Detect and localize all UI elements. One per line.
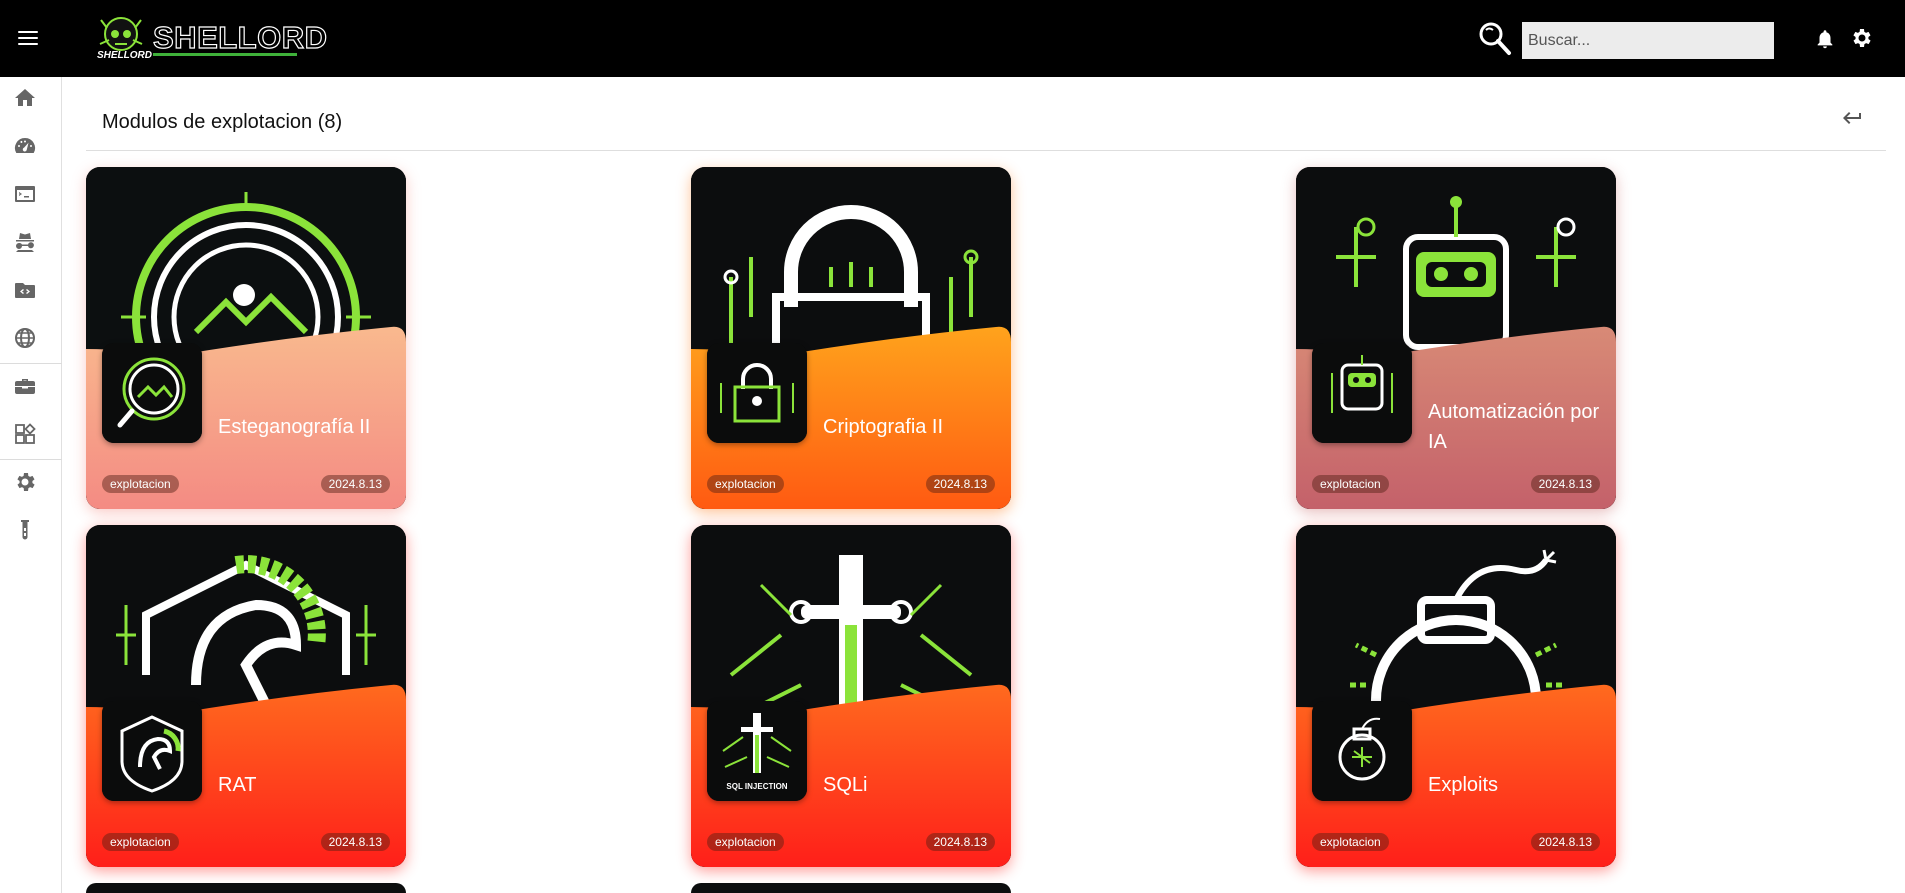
sidebar-item-tools[interactable] xyxy=(12,373,38,399)
top-bar: SHELLORD SHELLORD xyxy=(0,0,1905,77)
card-title: Exploits xyxy=(1428,774,1499,796)
modules-icon xyxy=(15,423,36,444)
sidebar-item-lab[interactable] xyxy=(12,517,38,543)
logo[interactable]: SHELLORD SHELLORD xyxy=(97,14,328,64)
bell-icon[interactable] xyxy=(1814,27,1836,51)
card-title: Criptografia II xyxy=(823,416,944,438)
card-version: 2024.8.13 xyxy=(925,475,995,493)
module-card-rat[interactable]: RAT explotacion 2024.8.13 xyxy=(86,525,406,867)
menu-icon[interactable] xyxy=(18,27,40,49)
card-wave-background xyxy=(1296,684,1616,867)
card-tag: explotacion xyxy=(707,475,784,493)
svg-text:SQL INJECTION: SQL INJECTION xyxy=(726,782,787,791)
card-tag: explotacion xyxy=(102,475,179,493)
sidebar-item-network[interactable] xyxy=(12,325,38,351)
card-wave-background xyxy=(1296,326,1616,509)
module-card-partial[interactable] xyxy=(691,883,1011,893)
card-tag: explotacion xyxy=(1312,475,1389,493)
card-title: SQLi xyxy=(823,774,868,796)
speedometer-icon xyxy=(14,137,36,153)
card-version: 2024.8.13 xyxy=(320,833,390,851)
card-thumbnail xyxy=(1312,343,1412,443)
logo-subtext: SHELLORD xyxy=(97,50,152,61)
toolbox-icon xyxy=(15,379,35,394)
sidebar-divider xyxy=(0,363,62,364)
folder-code-icon xyxy=(15,283,35,298)
module-card-exploits[interactable]: Exploits explotacion 2024.8.13 xyxy=(1296,525,1616,867)
sidebar-divider xyxy=(0,459,62,460)
logo-underline xyxy=(153,53,297,56)
return-icon[interactable] xyxy=(1840,106,1864,130)
home-icon xyxy=(15,89,35,106)
test-tube-icon xyxy=(21,520,29,540)
card-title: Esteganografía II xyxy=(218,416,371,438)
module-card-partial[interactable] xyxy=(86,883,406,893)
module-card-ai-automation[interactable]: Automatización por IA explotacion 2024.8… xyxy=(1296,167,1616,509)
card-thumbnail xyxy=(102,701,202,801)
card-version: 2024.8.13 xyxy=(925,833,995,851)
globe-icon xyxy=(15,328,35,348)
sidebar-item-files[interactable] xyxy=(12,277,38,303)
card-title: Automatización por IA xyxy=(1428,401,1600,453)
card-wave-background xyxy=(691,326,1011,509)
card-thumbnail xyxy=(1312,701,1412,801)
sidebar-item-terminal[interactable] xyxy=(12,181,38,207)
gear-icon xyxy=(17,473,35,491)
module-card-sqli[interactable]: SQL INJECTION SQLi explotacion 2024.8.13 xyxy=(691,525,1011,867)
module-card-cryptography[interactable]: Criptografia II explotacion 2024.8.13 xyxy=(691,167,1011,509)
gear-icon[interactable] xyxy=(1849,26,1873,50)
page-title: Modulos de explotacion (8) xyxy=(102,111,343,133)
card-wave-background xyxy=(86,326,406,509)
sidebar-item-settings[interactable] xyxy=(12,469,38,495)
terminal-icon xyxy=(15,186,35,202)
sidebar-item-dashboard[interactable] xyxy=(12,133,38,159)
search-input[interactable] xyxy=(1522,22,1774,59)
card-tag: explotacion xyxy=(102,833,179,851)
card-version: 2024.8.13 xyxy=(320,475,390,493)
card-wave-background xyxy=(691,684,1011,867)
spy-icon xyxy=(16,233,34,252)
card-tag: explotacion xyxy=(1312,833,1389,851)
title-divider xyxy=(86,150,1886,151)
card-version: 2024.8.13 xyxy=(1530,475,1600,493)
sidebar xyxy=(0,77,62,893)
logo-text: SHELLORD xyxy=(152,19,328,55)
search-icon[interactable] xyxy=(1476,20,1512,56)
card-version: 2024.8.13 xyxy=(1530,833,1600,851)
card-wave-background xyxy=(86,684,406,867)
card-tag: explotacion xyxy=(707,833,784,851)
card-thumbnail xyxy=(102,343,202,443)
sidebar-item-spy[interactable] xyxy=(12,229,38,255)
card-thumbnail xyxy=(707,343,807,443)
sidebar-item-modules[interactable] xyxy=(12,421,38,447)
card-thumbnail: SQL INJECTION xyxy=(707,701,807,801)
sidebar-item-home[interactable] xyxy=(12,85,38,111)
card-title: RAT xyxy=(218,774,257,796)
module-card-steganography[interactable]: Esteganografía II explotacion 2024.8.13 xyxy=(86,167,406,509)
